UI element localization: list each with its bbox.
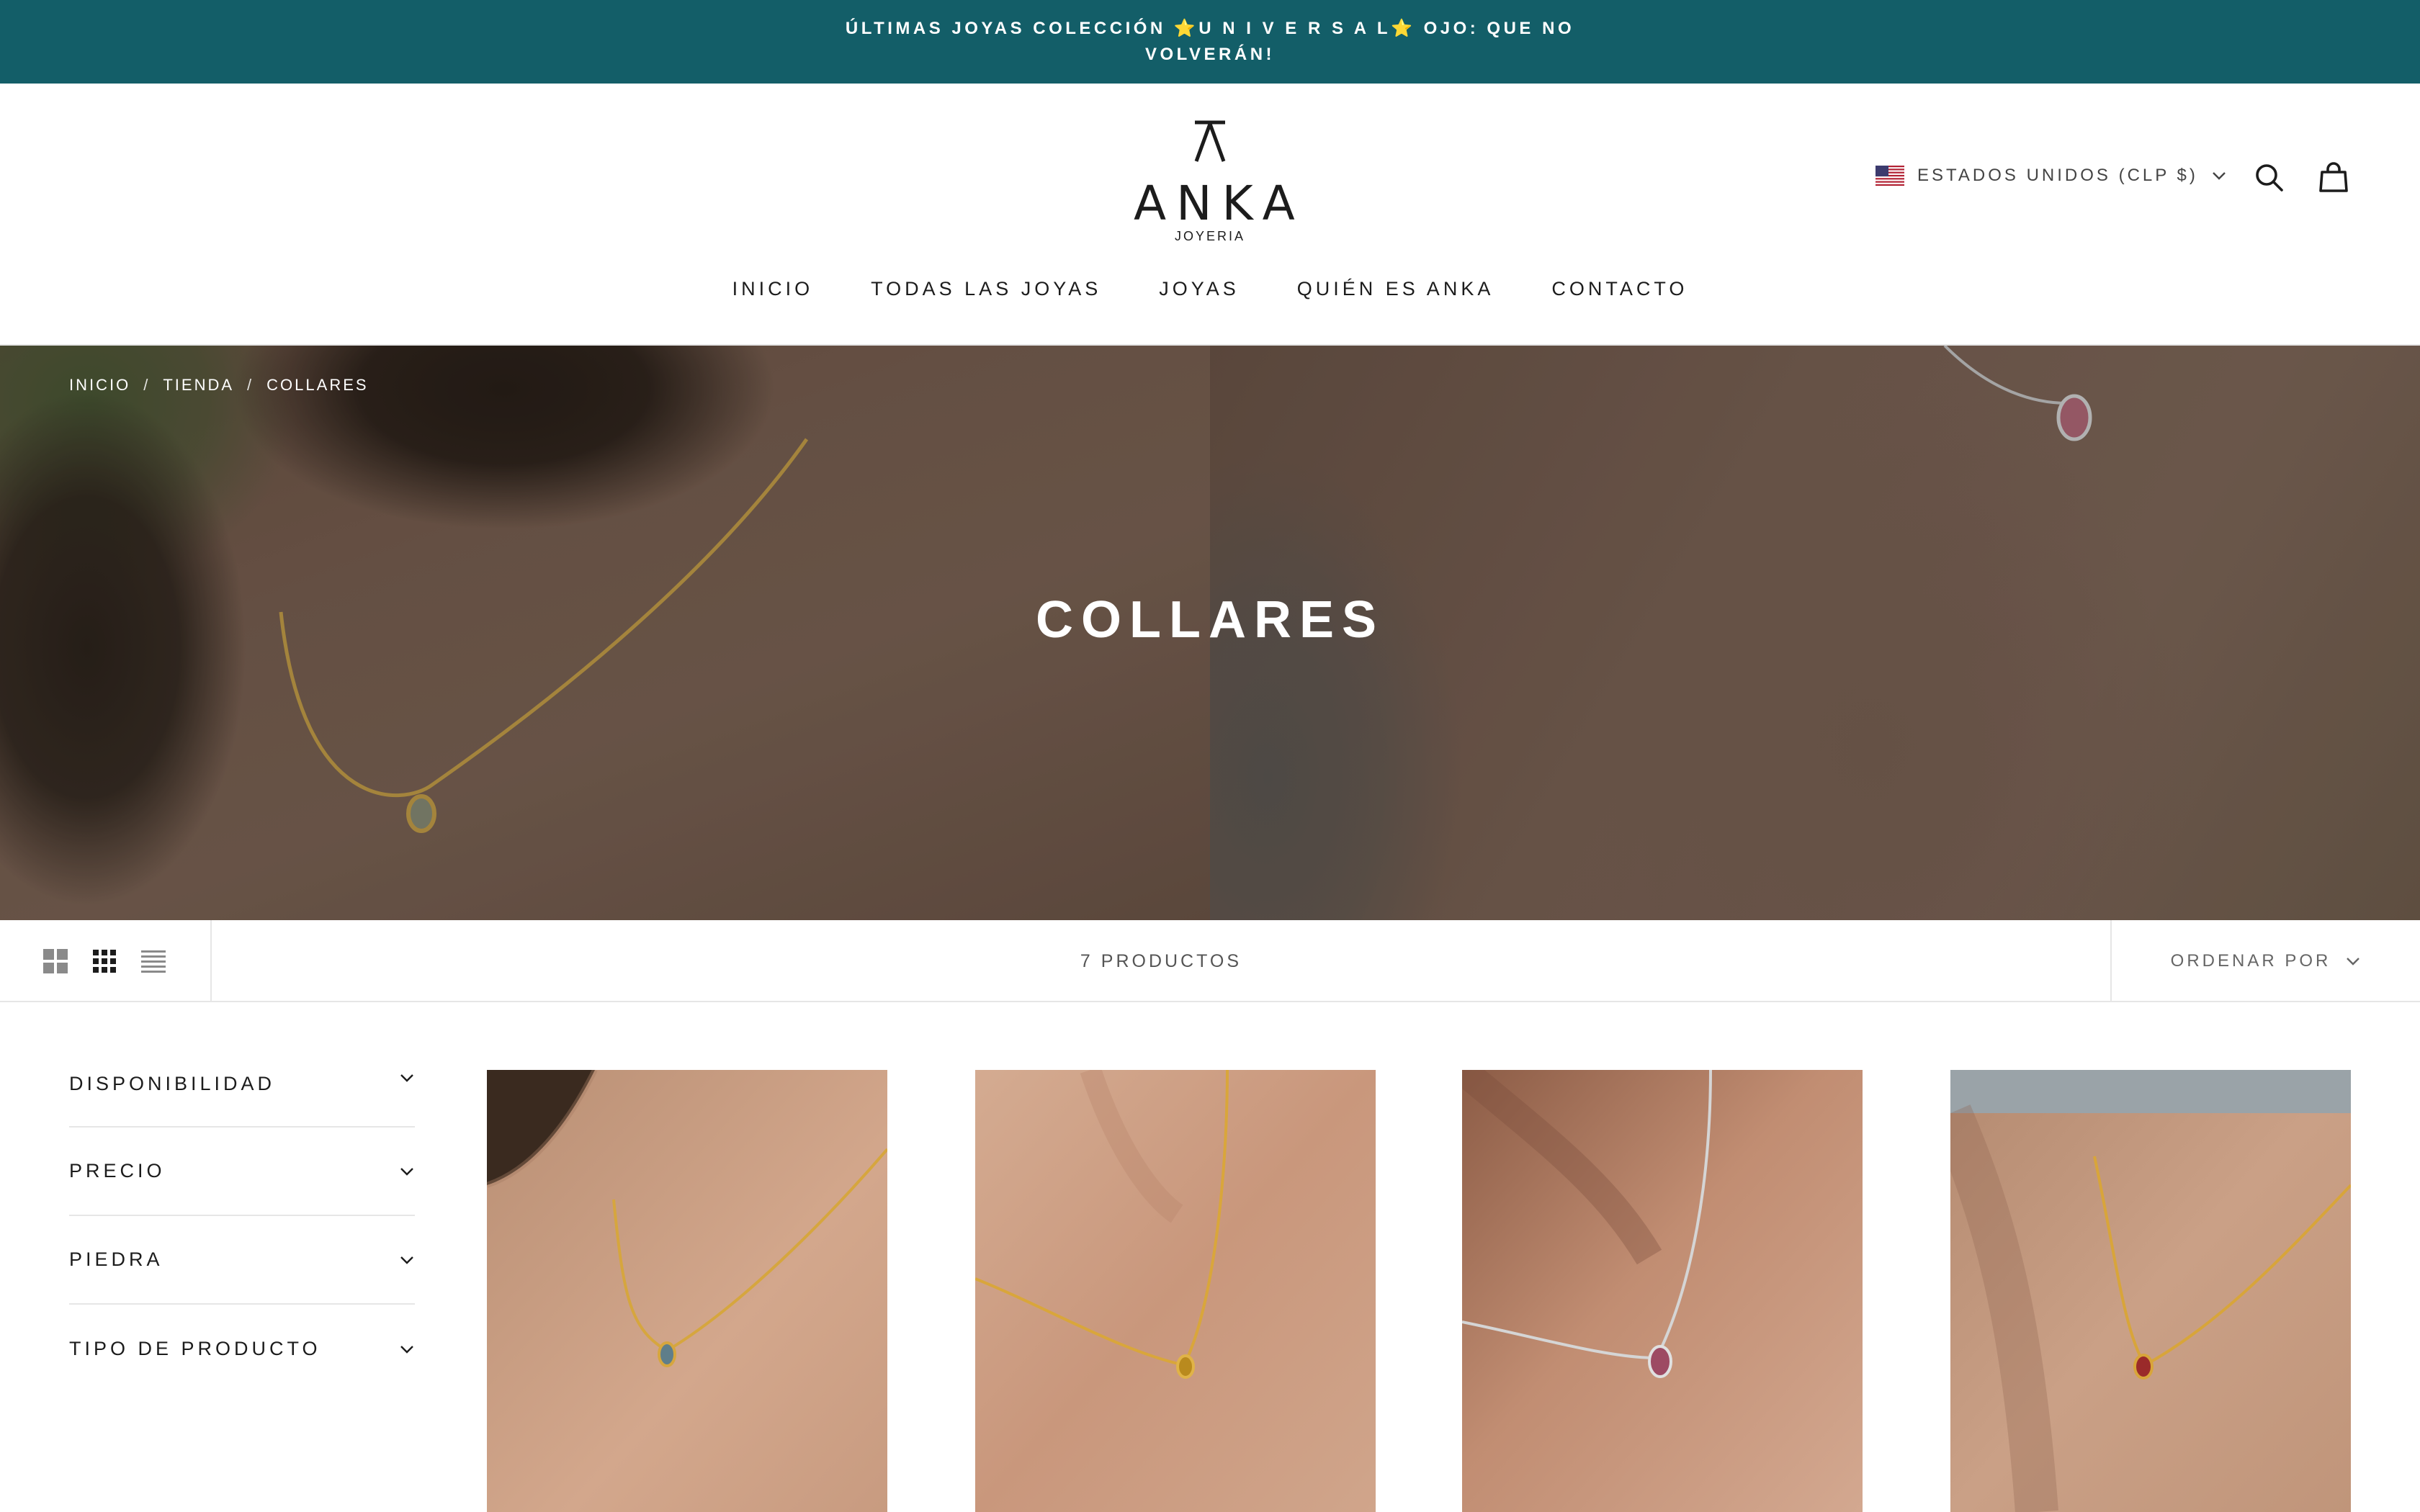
breadcrumb-separator: / — [247, 376, 254, 394]
nav-item-quien-es-anka[interactable]: Quién es Anka — [1297, 278, 1494, 300]
filter-label: Disponibilidad — [69, 1073, 276, 1094]
collection-toolbar: 7 productos Ordenar por — [0, 920, 2420, 1002]
shopping-bag-icon — [2319, 162, 2348, 192]
filter-sidebar: Disponibilidad Precio Piedra Tipo de pro… — [69, 1050, 415, 1393]
country-selector[interactable]: Estados Unidos (CLP $) — [1876, 161, 2227, 190]
collection-hero: Inicio / Tienda / Collares Collares — [0, 346, 2420, 920]
nav-item-todas-las-joyas[interactable]: Todas las joyas — [871, 278, 1101, 300]
site-header: ANKA JOYERIA Estados Unidos (CLP $) — [0, 84, 2420, 346]
product-image — [975, 1070, 1376, 1512]
product-image — [1950, 1070, 2351, 1512]
product-card[interactable] — [975, 1070, 1376, 1512]
nav-item-joyas[interactable]: Joyas — [1159, 278, 1240, 300]
grid-large-icon[interactable] — [42, 948, 69, 975]
grid-small-icon[interactable] — [91, 948, 118, 975]
country-selector-label: Estados Unidos (CLP $) — [1917, 166, 2198, 185]
sort-dropdown[interactable]: Ordenar por — [2110, 920, 2420, 1002]
filter-label: Precio — [69, 1160, 166, 1182]
logo-wordmark: ANKA — [1134, 176, 1305, 231]
logo-subtitle: JOYERIA — [1174, 229, 1246, 243]
chevron-down-icon — [400, 1345, 413, 1354]
nav-item-inicio[interactable]: Inicio — [732, 278, 814, 300]
product-image — [1462, 1070, 1863, 1512]
product-card[interactable] — [487, 1070, 887, 1512]
filter-label: Piedra — [69, 1248, 163, 1270]
breadcrumb: Inicio / Tienda / Collares — [69, 376, 369, 395]
filter-precio[interactable]: Precio — [69, 1128, 415, 1216]
cart-button[interactable] — [2316, 160, 2351, 194]
product-card[interactable] — [1462, 1070, 1863, 1512]
breadcrumb-inicio[interactable]: Inicio — [69, 376, 130, 395]
nav-item-contacto[interactable]: Contacto — [1551, 278, 1688, 300]
chevron-down-icon — [2212, 172, 2226, 180]
filter-label: Tipo de producto — [69, 1338, 321, 1359]
main-nav: Inicio Todas las joyas Joyas Quién es An… — [0, 278, 2420, 300]
filter-disponibilidad[interactable]: Disponibilidad — [69, 1050, 415, 1128]
filter-tipo-de-producto[interactable]: Tipo de producto — [69, 1305, 415, 1393]
product-image — [487, 1070, 887, 1512]
layout-switcher — [0, 920, 212, 1002]
chevron-down-icon — [400, 1256, 413, 1264]
logo-mark-icon — [1194, 120, 1226, 162]
breadcrumb-separator: / — [143, 376, 151, 394]
collection-title: Collares — [1036, 591, 1384, 649]
announcement-bar: Últimas joyas colección ⭐U N I V E R S A… — [0, 0, 2420, 84]
search-button[interactable] — [2251, 160, 2286, 194]
breadcrumb-collares: Collares — [266, 376, 369, 394]
list-icon[interactable] — [140, 948, 167, 975]
chevron-down-icon — [2347, 958, 2360, 966]
product-count: 7 productos — [1080, 950, 1242, 971]
chevron-down-icon — [400, 1167, 413, 1176]
store-logo[interactable]: ANKA JOYERIA — [1124, 120, 1296, 256]
chevron-down-icon — [400, 1074, 413, 1082]
search-icon — [2256, 164, 2283, 192]
announcement-text: Últimas joyas colección ⭐U N I V E R S A… — [845, 19, 1575, 64]
breadcrumb-tienda[interactable]: Tienda — [163, 376, 234, 395]
sort-label: Ordenar por — [2170, 951, 2331, 971]
product-card[interactable] — [1950, 1070, 2351, 1512]
us-flag-icon — [1876, 166, 1904, 186]
filter-piedra[interactable]: Piedra — [69, 1216, 415, 1305]
